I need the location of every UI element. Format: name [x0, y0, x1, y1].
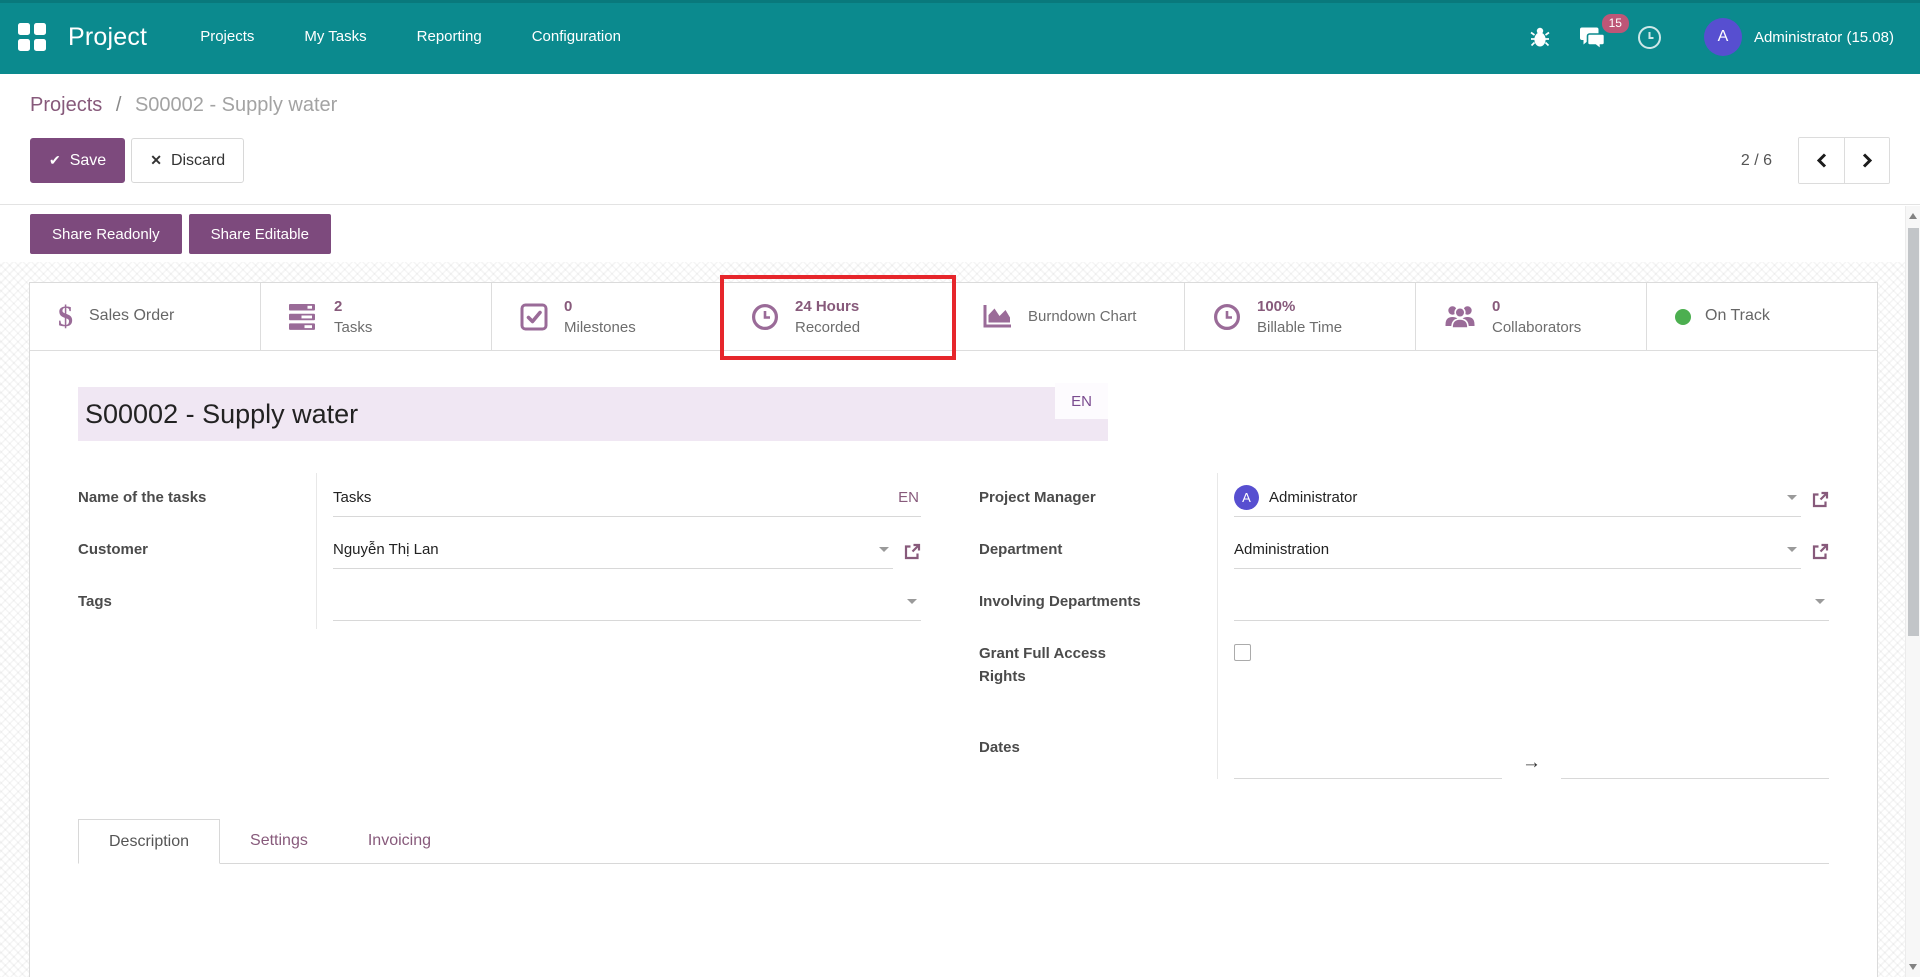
grant-access-checkbox[interactable]	[1234, 644, 1251, 661]
dollar-icon: $	[58, 300, 73, 334]
nav-item-configuration[interactable]: Configuration	[507, 0, 646, 74]
messages-icon[interactable]: 15	[1580, 26, 1607, 49]
pager-previous-button[interactable]	[1799, 138, 1844, 183]
external-link-icon[interactable]	[1811, 491, 1829, 514]
form-sheet: $ Sales Order	[29, 282, 1878, 977]
check-square-icon	[520, 303, 548, 331]
project-manager-input[interactable]: A Administrator	[1234, 481, 1801, 517]
breadcrumb-current: S00002 - Supply water	[135, 94, 337, 116]
stat-button-tasks[interactable]: 2 Tasks	[261, 283, 492, 350]
involving-departments-input[interactable]	[1234, 585, 1829, 621]
scrollbar-down-arrow[interactable]	[1906, 959, 1920, 975]
customer-input[interactable]: Nguyễn Thị Lan	[333, 533, 893, 569]
department-input[interactable]: Administration	[1234, 533, 1801, 569]
form-sheet-background: $ Sales Order	[0, 262, 1920, 977]
date-end-input[interactable]	[1561, 745, 1829, 779]
form-group-right: Project Manager A Administrator	[979, 473, 1829, 779]
field-label-project-manager: Project Manager	[979, 473, 1217, 525]
tab-settings[interactable]: Settings	[220, 819, 338, 863]
activities-clock-icon[interactable]	[1637, 25, 1662, 50]
form-field-area: Name of the tasks Tasks EN Customer	[78, 473, 1829, 779]
save-button[interactable]: ✔ Save	[30, 138, 125, 183]
stat-button-on-track[interactable]: On Track	[1647, 283, 1877, 350]
debug-bug-icon[interactable]	[1530, 26, 1550, 48]
times-icon: ✕	[150, 152, 162, 169]
dropdown-caret-icon[interactable]	[1787, 495, 1797, 500]
tab-invoicing[interactable]: Invoicing	[338, 819, 461, 863]
message-count-badge: 15	[1602, 14, 1629, 33]
control-panel: Projects / S00002 - Supply water ✔ Save …	[0, 74, 1920, 205]
app-name[interactable]: Project	[68, 23, 147, 52]
field-label-grant-access: Grant Full Access Rights	[979, 629, 1217, 723]
field-label-involving-departments: Involving Departments	[979, 577, 1217, 629]
date-start-input[interactable]	[1234, 745, 1502, 779]
dropdown-caret-icon[interactable]	[879, 547, 889, 552]
odoo-project-form-view: Project Projects My Tasks Reporting Conf…	[0, 0, 1920, 977]
scrollbar-up-arrow[interactable]	[1906, 208, 1920, 224]
user-menu[interactable]: Administrator (15.08)	[1754, 29, 1894, 46]
stat-button-sales-order[interactable]: $ Sales Order	[30, 283, 261, 350]
control-panel-buttons-row: ✔ Save ✕ Discard 2 / 6	[30, 137, 1890, 184]
stat-button-hours-recorded[interactable]: 24 Hours Recorded	[723, 283, 954, 350]
share-readonly-button[interactable]: Share Readonly	[30, 214, 182, 254]
pager	[1798, 137, 1890, 184]
apps-menu-icon[interactable]	[18, 23, 46, 51]
breadcrumb-parent-link[interactable]: Projects	[30, 94, 102, 116]
arrow-right-icon: →	[1522, 753, 1541, 772]
users-icon	[1444, 303, 1476, 330]
record-title-input[interactable]: S00002 - Supply water	[78, 387, 1108, 441]
nav-item-reporting[interactable]: Reporting	[392, 0, 507, 74]
scrollbar-thumb[interactable]	[1908, 228, 1919, 636]
breadcrumb: Projects / S00002 - Supply water	[30, 94, 1890, 117]
tab-description[interactable]: Description	[78, 819, 220, 864]
dropdown-caret-icon[interactable]	[1815, 599, 1825, 604]
statusbar: Share Readonly Share Editable	[0, 205, 1920, 262]
user-avatar[interactable]: A	[1704, 18, 1742, 56]
field-label-tags: Tags	[78, 577, 316, 629]
field-label-dates: Dates	[979, 723, 1217, 779]
chevron-left-icon	[1816, 153, 1828, 168]
share-editable-button[interactable]: Share Editable	[189, 214, 331, 254]
external-link-icon[interactable]	[1811, 543, 1829, 566]
stat-button-collaborators[interactable]: 0 Collaborators	[1416, 283, 1647, 350]
pager-next-button[interactable]	[1844, 138, 1889, 183]
manager-avatar: A	[1234, 485, 1259, 510]
field-label-customer: Customer	[78, 525, 316, 577]
dropdown-caret-icon[interactable]	[1787, 547, 1797, 552]
nav-item-my-tasks[interactable]: My Tasks	[279, 0, 391, 74]
pager-counter[interactable]: 2 / 6	[1741, 152, 1772, 170]
field-language-badge[interactable]: EN	[898, 489, 919, 506]
area-chart-icon	[982, 303, 1012, 330]
form-group-left: Name of the tasks Tasks EN Customer	[78, 473, 921, 779]
stat-button-burndown-chart[interactable]: Burndown Chart	[954, 283, 1185, 350]
clock-icon	[1213, 303, 1241, 331]
chevron-right-icon	[1861, 153, 1873, 168]
nav-item-projects[interactable]: Projects	[175, 0, 279, 74]
stat-button-milestones[interactable]: 0 Milestones	[492, 283, 723, 350]
task-name-input[interactable]: Tasks EN	[333, 481, 921, 517]
vertical-scrollbar[interactable]	[1905, 206, 1920, 977]
notebook-tabs: Description Settings Invoicing	[78, 819, 1829, 864]
external-link-icon[interactable]	[903, 543, 921, 566]
stat-button-row: $ Sales Order	[30, 283, 1877, 351]
breadcrumb-separator: /	[116, 94, 122, 116]
discard-button[interactable]: ✕ Discard	[131, 138, 244, 183]
check-icon: ✔	[49, 152, 61, 169]
stat-button-billable-time[interactable]: 100% Billable Time	[1185, 283, 1416, 350]
navbar-systray: 15 A Administrator (15.08)	[1500, 18, 1894, 56]
tab-content-description	[78, 864, 1829, 964]
field-label-department: Department	[979, 525, 1217, 577]
dropdown-caret-icon[interactable]	[907, 599, 917, 604]
clock-icon	[751, 303, 779, 331]
top-navbar: Project Projects My Tasks Reporting Conf…	[0, 0, 1920, 74]
tags-input[interactable]	[333, 585, 921, 621]
tasks-icon	[289, 304, 318, 330]
title-language-badge[interactable]: EN	[1055, 383, 1108, 419]
status-dot-icon	[1675, 309, 1691, 325]
sheet-inner: S00002 - Supply water EN Name of the tas…	[30, 387, 1877, 964]
record-title-wrap: S00002 - Supply water EN	[78, 387, 1108, 441]
field-label-name-of-tasks: Name of the tasks	[78, 473, 316, 525]
